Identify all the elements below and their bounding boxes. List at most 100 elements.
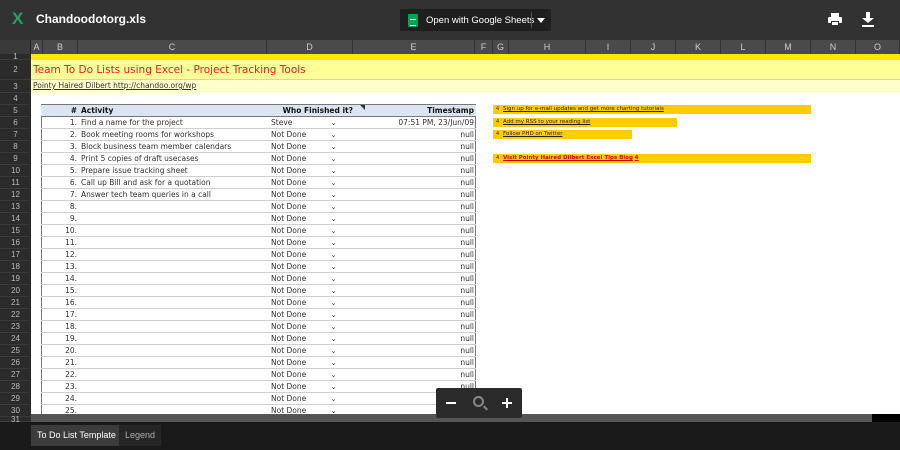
table-row[interactable]: 17. Not Done ⌄ null <box>41 308 476 321</box>
dropdown-arrow-icon[interactable]: ⌄ <box>312 332 355 345</box>
dropdown-arrow-icon[interactable]: ⌄ <box>312 380 355 393</box>
table-row[interactable]: 20. Not Done ⌄ null <box>41 344 476 357</box>
table-row[interactable]: 8. Not Done ⌄ null <box>41 200 476 213</box>
task-who-finished[interactable]: Not Done <box>269 176 312 189</box>
task-who-finished[interactable]: Not Done <box>269 392 312 405</box>
table-row[interactable]: 22. Not Done ⌄ null <box>41 368 476 381</box>
row-header-3[interactable]: 3 <box>0 80 31 93</box>
table-row[interactable]: 7. Answer tech team queries in a call Not … <box>41 188 476 201</box>
link-blog-text[interactable]: Visit Pointy Haired Dilbert Excel Tips B… <box>503 155 633 161</box>
tab-legend[interactable]: Legend <box>119 425 162 446</box>
table-row[interactable]: 13. Not Done ⌄ null <box>41 260 476 273</box>
link-rss-text[interactable]: Add my RSS to your reading list <box>503 119 590 125</box>
task-activity[interactable] <box>79 308 269 321</box>
table-row[interactable]: 5. Prepare issue tracking sheet Not Done ⌄ n… <box>41 164 476 177</box>
task-activity[interactable] <box>79 284 269 297</box>
link-rss[interactable]: 4 Add my RSS to your reading list <box>493 118 677 127</box>
row-header-13[interactable]: 13 <box>0 201 31 213</box>
task-activity[interactable] <box>79 212 269 225</box>
task-who-finished[interactable]: Not Done <box>269 200 312 213</box>
task-activity[interactable]: Call up Bill and ask for a quotation <box>79 176 269 189</box>
row-header-14[interactable]: 14 <box>0 213 31 225</box>
task-activity[interactable] <box>79 224 269 237</box>
zoom-in-icon[interactable] <box>502 398 512 408</box>
task-who-finished[interactable]: Not Done <box>269 164 312 177</box>
table-row[interactable]: 10. Not Done ⌄ null <box>41 224 476 237</box>
zoom-out-icon[interactable] <box>446 402 456 404</box>
row-header-18[interactable]: 18 <box>0 261 31 273</box>
task-who-finished[interactable]: Not Done <box>269 296 312 309</box>
table-row[interactable]: 16. Not Done ⌄ null <box>41 296 476 309</box>
column-header-n[interactable]: N <box>811 40 856 54</box>
row-header-8[interactable]: 8 <box>0 141 31 153</box>
row-header-19[interactable]: 19 <box>0 273 31 285</box>
task-activity[interactable] <box>79 260 269 273</box>
task-activity[interactable] <box>79 272 269 285</box>
row-header-5[interactable]: 5 <box>0 105 31 117</box>
column-header-h[interactable]: H <box>509 40 586 54</box>
dropdown-arrow-icon[interactable]: ⌄ <box>312 296 355 309</box>
column-header-e[interactable]: E <box>353 40 475 54</box>
task-who-finished[interactable]: Not Done <box>269 380 312 393</box>
task-activity[interactable] <box>79 200 269 213</box>
dropdown-arrow-icon[interactable]: ⌄ <box>312 248 355 261</box>
task-who-finished[interactable]: Not Done <box>269 404 312 414</box>
task-who-finished[interactable]: Not Done <box>269 356 312 369</box>
task-who-finished[interactable]: Not Done <box>269 260 312 273</box>
table-row[interactable]: 14. Not Done ⌄ null <box>41 272 476 285</box>
task-activity[interactable] <box>79 236 269 249</box>
row-header-21[interactable]: 21 <box>0 297 31 309</box>
link-signup[interactable]: 4 Sign up for e-mail updates and get mor… <box>493 105 811 114</box>
task-activity[interactable]: Answer tech team queries in a call <box>79 188 269 201</box>
table-row[interactable]: 23. Not Done ⌄ null <box>41 380 476 393</box>
table-row[interactable]: 6. Call up Bill and ask for a quotation No… <box>41 176 476 189</box>
sheet-subtitle-link[interactable]: Pointy Haired Dilbert http://chandoo.org… <box>33 81 196 90</box>
table-row[interactable]: 21. Not Done ⌄ null <box>41 356 476 369</box>
link-twitter[interactable]: 4 Follow PHD on Twitter <box>493 130 632 139</box>
task-activity[interactable] <box>79 344 269 357</box>
row-header-24[interactable]: 24 <box>0 333 31 345</box>
task-activity[interactable] <box>79 296 269 309</box>
column-header-d[interactable]: D <box>267 40 353 54</box>
task-activity[interactable]: Find a name for the project <box>79 116 269 129</box>
table-row[interactable]: 24.Not Done⌄null <box>41 392 476 405</box>
row-header-4[interactable]: 4 <box>0 93 31 105</box>
task-who-finished[interactable]: Not Done <box>269 128 312 141</box>
table-row[interactable]: 15. Not Done ⌄ null <box>41 284 476 297</box>
task-activity[interactable] <box>79 356 269 369</box>
row-header-7[interactable]: 7 <box>0 129 31 141</box>
column-header-l[interactable]: L <box>721 40 766 54</box>
dropdown-arrow-icon[interactable]: ⌄ <box>312 392 355 405</box>
tab-to-do-list-template[interactable]: To Do List Template <box>31 425 122 446</box>
link-signup-text[interactable]: Sign up for e-mail updates and get more … <box>503 106 664 112</box>
spreadsheet-grid[interactable]: Team To Do Lists using Excel - Project T… <box>31 54 900 414</box>
dropdown-arrow-icon[interactable]: ⌄ <box>312 356 355 369</box>
task-who-finished[interactable]: Not Done <box>269 248 312 261</box>
table-row[interactable]: 25.Not Done⌄null <box>41 404 476 414</box>
row-header-26[interactable]: 26 <box>0 357 31 369</box>
column-header-c[interactable]: C <box>78 40 267 54</box>
task-who-finished[interactable]: Not Done <box>269 344 312 357</box>
dropdown-arrow-icon[interactable]: ⌄ <box>312 308 355 321</box>
row-header-2[interactable]: 2 <box>0 60 31 80</box>
column-header-f[interactable]: F <box>475 40 493 54</box>
task-activity[interactable] <box>79 368 269 381</box>
task-who-finished[interactable]: Not Done <box>269 284 312 297</box>
row-header-16[interactable]: 16 <box>0 237 31 249</box>
table-row[interactable]: 19. Not Done ⌄ null <box>41 332 476 345</box>
dropdown-arrow-icon[interactable]: ⌄ <box>312 368 355 381</box>
download-icon[interactable] <box>862 12 874 27</box>
open-with-google-sheets-button[interactable]: Open with Google Sheets <box>400 9 551 31</box>
column-header-o[interactable]: O <box>856 40 900 54</box>
task-who-finished[interactable]: Steve <box>269 116 312 129</box>
task-activity[interactable]: Prepare issue tracking sheet <box>79 164 269 177</box>
row-header-11[interactable]: 11 <box>0 177 31 189</box>
dropdown-arrow-icon[interactable]: ⌄ <box>312 344 355 357</box>
row-header-25[interactable]: 25 <box>0 345 31 357</box>
task-who-finished[interactable]: Not Done <box>269 272 312 285</box>
dropdown-arrow-icon[interactable]: ⌄ <box>312 236 355 249</box>
dropdown-arrow-icon[interactable]: ⌄ <box>312 140 355 153</box>
row-header-22[interactable]: 22 <box>0 309 31 321</box>
row-header-23[interactable]: 23 <box>0 321 31 333</box>
column-header-k[interactable]: K <box>676 40 721 54</box>
